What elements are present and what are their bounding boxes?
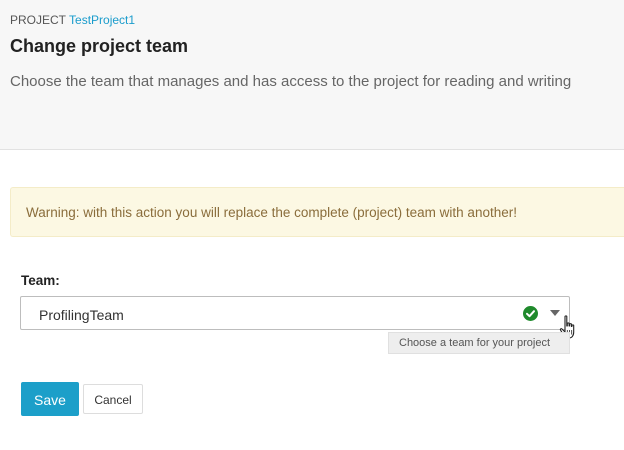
- page-title: Change project team: [10, 36, 189, 56]
- warning-alert: Warning: with this action you will repla…: [10, 187, 624, 237]
- breadcrumb-prefix: PROJECT: [10, 13, 67, 27]
- team-select-value: ProfilingTeam: [39, 307, 124, 323]
- warning-text: Warning: with this action you will repla…: [26, 205, 517, 220]
- team-tooltip: Choose a team for your project: [388, 332, 570, 354]
- cancel-button[interactable]: Cancel: [83, 384, 143, 414]
- team-tooltip-text: Choose a team for your project: [399, 337, 551, 349]
- team-label: Team:: [21, 273, 60, 288]
- project-link[interactable]: TestProject1: [69, 13, 135, 27]
- page-description: Choose the team that manages and has acc…: [10, 73, 572, 90]
- breadcrumb: PROJECT TestProject1: [10, 13, 135, 27]
- check-circle-icon: [523, 306, 538, 321]
- save-button[interactable]: Save: [21, 382, 79, 416]
- team-select[interactable]: ProfilingTeam: [20, 296, 570, 330]
- page-header: PROJECT TestProject1 Change project team …: [0, 0, 624, 150]
